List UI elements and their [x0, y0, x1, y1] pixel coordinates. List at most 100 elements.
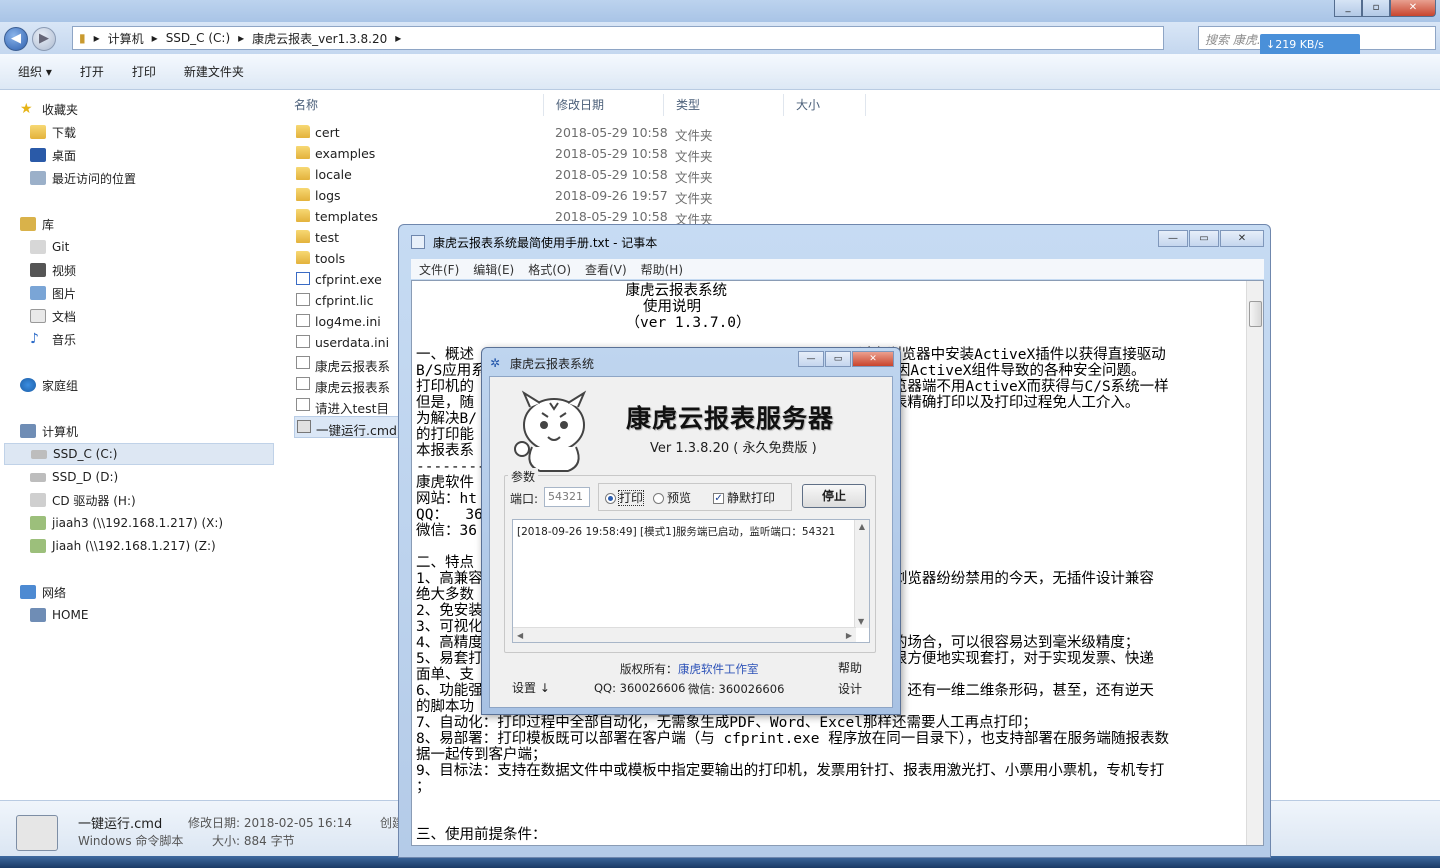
column-name[interactable]: 名称	[282, 94, 544, 116]
nav-label: jiaah3 (\\192.168.1.217) (X:)	[52, 516, 224, 530]
nav-pictures[interactable]: 图片	[30, 282, 76, 304]
breadcrumb-computer[interactable]: 计算机	[108, 30, 144, 47]
design-link[interactable]: 设计	[838, 680, 862, 697]
open-button[interactable]: 打开	[80, 63, 104, 80]
log-textarea[interactable]: [2018-09-26 19:58:49] [模式1]服务端已启动，监听端口：5…	[512, 519, 870, 643]
nav-recent[interactable]: 最近访问的位置	[30, 167, 136, 189]
file-row[interactable]: userdata.ini	[294, 332, 398, 353]
text-file-icon	[296, 356, 310, 369]
print-radio[interactable]: 打印	[605, 489, 645, 506]
print-button[interactable]: 打印	[132, 63, 156, 80]
nav-desktop[interactable]: 桌面	[30, 144, 76, 166]
silent-print-checkbox[interactable]: ✓ 静默打印	[713, 489, 775, 506]
file-row[interactable]: 请进入test目录	[294, 395, 398, 416]
minimize-icon[interactable]: _	[1334, 0, 1362, 17]
nav-network-drive-z[interactable]: Jiaah (\\192.168.1.217) (Z:)	[30, 535, 216, 557]
settings-button[interactable]: 设置 ↓	[512, 679, 550, 696]
forward-button[interactable]: ▶	[32, 27, 56, 51]
menu-format[interactable]: 格式(O)	[528, 261, 571, 278]
nav-video[interactable]: 视频	[30, 259, 76, 281]
maximize-icon[interactable]: ▭	[825, 351, 851, 367]
file-row[interactable]: logs 2018-09-26 19:57 文件夹	[294, 185, 894, 206]
preview-radio[interactable]: 预览	[653, 489, 691, 506]
organize-button[interactable]: 组织 ▾	[18, 63, 52, 80]
nav-label: 音乐	[52, 332, 77, 347]
menu-help[interactable]: 帮助(H)	[641, 261, 683, 278]
file-row[interactable]: cert 2018-05-29 10:58 文件夹	[294, 122, 894, 143]
back-button[interactable]: ◀	[4, 27, 28, 51]
log-horizontal-scrollbar[interactable]: ◀ ▶	[513, 627, 856, 642]
nav-computer[interactable]: 计算机	[20, 420, 78, 442]
nav-libraries[interactable]: 库	[20, 213, 54, 235]
column-date[interactable]: 修改日期	[544, 94, 664, 116]
menu-file[interactable]: 文件(F)	[419, 261, 459, 278]
file-row[interactable]: locale 2018-05-29 10:58 文件夹	[294, 164, 894, 185]
new-folder-button[interactable]: 新建文件夹	[184, 63, 244, 80]
notepad-scrollbar[interactable]	[1246, 281, 1263, 845]
close-icon[interactable]: ✕	[1220, 230, 1264, 247]
scroll-right-icon[interactable]: ▶	[846, 631, 852, 640]
folder-icon	[296, 188, 310, 201]
nav-home[interactable]: HOME	[30, 604, 88, 626]
column-type[interactable]: 类型	[664, 94, 784, 116]
log-vertical-scrollbar[interactable]: ▲ ▼	[854, 520, 869, 628]
notepad-line: 9、目标法：支持在数据文件中或模板中指定要输出的打印机，发票用针打、报表用激光打…	[416, 763, 1165, 779]
copyright-link[interactable]: 康虎软件工作室	[678, 661, 759, 677]
scroll-thumb[interactable]	[1249, 301, 1262, 327]
file-row-selected[interactable]: 一键运行.cmd	[294, 416, 404, 438]
file-row[interactable]: log4me.ini	[294, 311, 398, 332]
file-row[interactable]: cfprint.lic	[294, 290, 398, 311]
file-row[interactable]: tools	[294, 248, 398, 269]
nav-git[interactable]: Git	[30, 236, 69, 258]
radio-checked-icon	[605, 492, 616, 504]
server-version: Ver 1.3.8.20 ( 永久免费版 )	[650, 441, 817, 456]
close-icon[interactable]: ✕	[1390, 0, 1436, 17]
nav-downloads[interactable]: 下载	[30, 121, 76, 143]
checkbox-checked-icon: ✓	[713, 492, 725, 504]
desktop-icon	[30, 148, 46, 162]
maximize-icon[interactable]: ▭	[1189, 230, 1219, 247]
file-type: 文件夹	[675, 149, 713, 164]
file-row[interactable]: test	[294, 227, 398, 248]
scroll-up-icon[interactable]: ▲	[855, 522, 869, 531]
server-dialog: ✲ 康虎云报表系统 — ▭ ✕ 康虎云报表服务器 Ver 1.3.8.20 ( …	[481, 347, 901, 715]
restore-icon[interactable]: ▫	[1362, 0, 1390, 17]
nav-label: 库	[42, 217, 55, 232]
nav-ssd-c[interactable]: SSD_C (C:)	[4, 443, 274, 465]
notepad-line: ；	[416, 779, 431, 795]
nav-cd-drive[interactable]: CD 驱动器 (H:)	[30, 489, 136, 511]
tiger-mascot-icon	[514, 390, 587, 472]
nav-homegroup[interactable]: 家庭组	[20, 374, 78, 396]
scroll-left-icon[interactable]: ◀	[517, 631, 523, 640]
nav-label: SSD_C (C:)	[53, 447, 118, 461]
minimize-icon[interactable]: —	[798, 351, 824, 367]
exe-icon	[296, 272, 310, 285]
help-link[interactable]: 帮助	[838, 659, 862, 676]
stop-button[interactable]: 停止	[802, 484, 866, 508]
menu-view[interactable]: 查看(V)	[585, 261, 627, 278]
details-modified: 修改日期: 2018-02-05 16:14	[188, 816, 352, 830]
file-name: 康虎云报表系统	[315, 359, 391, 374]
nav-network[interactable]: 网络	[20, 581, 66, 603]
scroll-down-icon[interactable]: ▼	[858, 617, 864, 626]
breadcrumb-sep: ▸	[238, 31, 245, 45]
column-size[interactable]: 大小	[784, 94, 866, 116]
minimize-icon[interactable]: —	[1158, 230, 1188, 247]
breadcrumb-ssd-c[interactable]: SSD_C (C:)	[166, 31, 230, 45]
nav-music[interactable]: ♪ 音乐	[30, 328, 76, 350]
mode-options: 打印 预览 ✓ 静默打印	[598, 483, 792, 511]
address-bar[interactable]: ▮ ▸ 计算机 ▸ SSD_C (C:) ▸ 康虎云报表_ver1.3.8.20…	[72, 26, 1164, 50]
menu-edit[interactable]: 编辑(E)	[473, 261, 514, 278]
close-icon[interactable]: ✕	[852, 351, 894, 367]
file-row[interactable]: cfprint.exe	[294, 269, 398, 290]
nav-favorites[interactable]: ★ 收藏夹	[20, 98, 78, 120]
nav-network-drive-x[interactable]: jiaah3 (\\192.168.1.217) (X:)	[30, 512, 223, 534]
nav-ssd-d[interactable]: SSD_D (D:)	[30, 466, 118, 488]
file-row[interactable]: examples 2018-05-29 10:58 文件夹	[294, 143, 894, 164]
nav-documents[interactable]: 文档	[30, 305, 76, 327]
port-input[interactable]: 54321	[544, 487, 590, 507]
file-name: examples	[315, 146, 376, 161]
file-row[interactable]: 康虎云报表系统	[294, 353, 398, 374]
file-row[interactable]: 康虎云报表系统	[294, 374, 398, 395]
breadcrumb-folder[interactable]: 康虎云报表_ver1.3.8.20	[252, 30, 387, 47]
